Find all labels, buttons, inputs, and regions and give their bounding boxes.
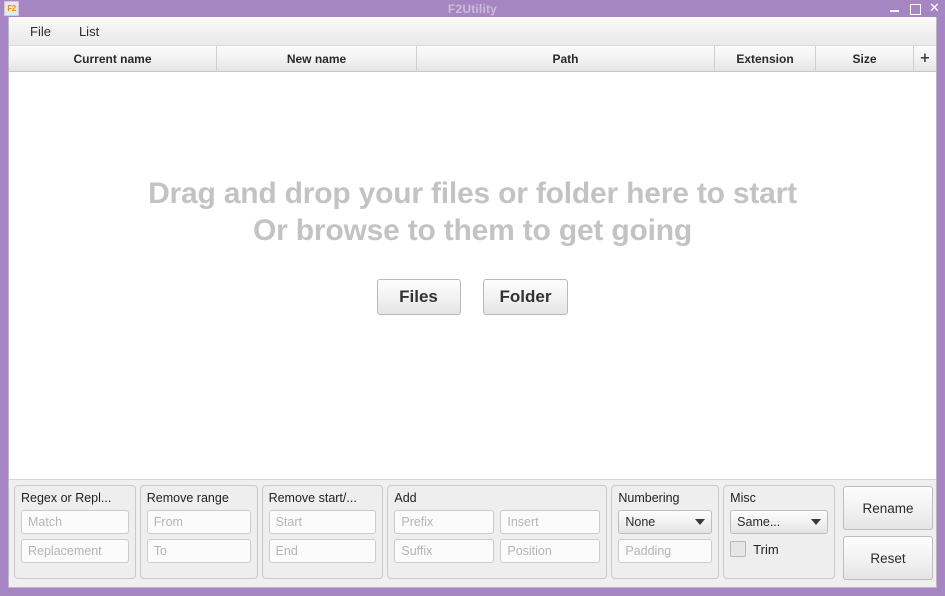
browse-folder-button[interactable]: Folder bbox=[482, 279, 569, 316]
window-body: File List Current name New name Path Ext… bbox=[8, 17, 937, 588]
remove-start-input[interactable] bbox=[268, 510, 377, 534]
reset-button[interactable]: Reset bbox=[842, 536, 933, 580]
panel-title-regex: Regex or Repl... bbox=[21, 491, 112, 505]
file-drop-area[interactable]: Drag and drop your files or folder here … bbox=[9, 72, 936, 479]
remove-start-end-fields bbox=[268, 510, 377, 563]
panel-remove-range: Remove range bbox=[139, 485, 258, 579]
add-fields-row-1 bbox=[394, 510, 601, 534]
trim-checkbox[interactable] bbox=[730, 541, 747, 557]
minimize-button[interactable] bbox=[889, 2, 900, 15]
menu-item-list[interactable]: List bbox=[76, 22, 102, 41]
numbering-select-value: None bbox=[625, 515, 656, 529]
padding-input[interactable] bbox=[618, 539, 713, 563]
range-to-input[interactable] bbox=[146, 539, 251, 563]
browse-files-button[interactable]: Files bbox=[376, 279, 461, 316]
column-header-path[interactable]: Path bbox=[417, 46, 715, 71]
title-bar: F2 F2Utility ✕ bbox=[0, 0, 945, 17]
numbering-select[interactable]: None bbox=[618, 510, 713, 534]
prefix-input[interactable] bbox=[394, 510, 495, 534]
range-from-input[interactable] bbox=[146, 510, 251, 534]
suffix-input[interactable] bbox=[394, 539, 495, 563]
plus-icon: + bbox=[919, 51, 931, 66]
trim-checkbox-label: Trim bbox=[753, 541, 779, 557]
panel-numbering: Numbering None bbox=[611, 485, 720, 579]
window-controls: ✕ bbox=[889, 0, 940, 17]
panel-title-numbering: Numbering bbox=[618, 491, 680, 505]
column-header-extension[interactable]: Extension bbox=[715, 46, 816, 71]
trim-checkbox-row[interactable]: Trim bbox=[730, 541, 828, 557]
panel-title-remove-range: Remove range bbox=[146, 491, 229, 505]
panel-misc: Misc Same... Trim bbox=[723, 485, 835, 579]
close-button[interactable]: ✕ bbox=[929, 2, 940, 15]
regex-fields bbox=[21, 510, 129, 563]
application-window: F2 F2Utility ✕ File List Current name Ne… bbox=[0, 0, 945, 596]
panel-title-add: Add bbox=[394, 491, 417, 505]
browse-buttons-row: Files Folder bbox=[376, 279, 569, 316]
rename-options-toolbar: Regex or Repl... Remove range Remove sta… bbox=[9, 479, 936, 587]
add-fields-row-2 bbox=[394, 539, 601, 563]
file-list-column-header: Current name New name Path Extension Siz… bbox=[9, 46, 936, 72]
drop-hint-line-1: Drag and drop your files or folder here … bbox=[148, 176, 797, 210]
panel-title-misc: Misc bbox=[730, 491, 756, 505]
panel-title-remove-start-end: Remove start/... bbox=[268, 491, 357, 505]
panel-add: Add bbox=[387, 485, 608, 579]
column-header-add-column[interactable]: + bbox=[914, 46, 936, 71]
rename-button[interactable]: Rename bbox=[842, 486, 933, 530]
panel-remove-start-end: Remove start/... bbox=[261, 485, 384, 579]
chevron-down-icon bbox=[695, 519, 706, 525]
drop-hint-text: Drag and drop your files or folder here … bbox=[148, 176, 797, 249]
column-header-new-name[interactable]: New name bbox=[217, 46, 417, 71]
action-buttons: Rename Reset bbox=[842, 485, 933, 580]
menu-item-file[interactable]: File bbox=[27, 22, 54, 41]
remove-range-fields bbox=[146, 510, 251, 563]
column-header-size[interactable]: Size bbox=[816, 46, 914, 71]
insert-input[interactable] bbox=[500, 510, 601, 534]
misc-case-select[interactable]: Same... bbox=[730, 510, 828, 534]
window-title: F2Utility bbox=[447, 1, 498, 16]
replacement-input[interactable] bbox=[21, 539, 129, 563]
misc-case-select-value: Same... bbox=[737, 515, 781, 529]
position-input[interactable] bbox=[500, 539, 601, 563]
menu-bar: File List bbox=[9, 17, 936, 46]
panel-regex-or-replace: Regex or Repl... bbox=[14, 485, 136, 579]
remove-end-input[interactable] bbox=[268, 539, 377, 563]
f2-app-icon: F2 bbox=[4, 1, 19, 16]
add-fields bbox=[394, 510, 601, 563]
column-header-current-name[interactable]: Current name bbox=[9, 46, 217, 71]
chevron-down-icon bbox=[810, 519, 821, 525]
drop-hint-line-2: Or browse to them to get going bbox=[253, 213, 692, 247]
numbering-fields: None bbox=[618, 510, 713, 563]
match-input[interactable] bbox=[21, 510, 129, 534]
maximize-button[interactable] bbox=[909, 2, 921, 15]
